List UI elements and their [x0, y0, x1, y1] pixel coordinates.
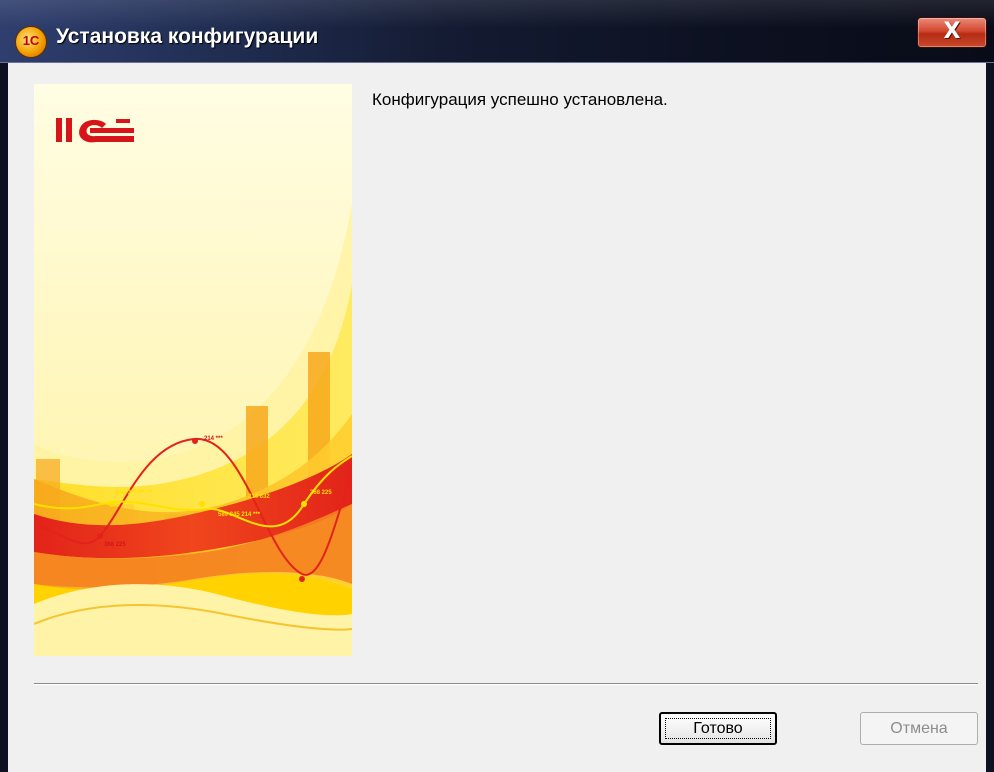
finish-button-label: Готово: [693, 720, 743, 737]
chart-label: 368 225: [104, 542, 126, 548]
cancel-button[interactable]: Отмена: [860, 712, 978, 745]
wizard-banner-image: 214 *** 843 3** *** *** 214 632 268 225 …: [34, 84, 352, 656]
window-border-right: [986, 63, 994, 772]
chart-label: 214 ***: [204, 436, 223, 442]
app-1c-icon: [16, 27, 46, 57]
brand-1c-logo: [56, 118, 134, 143]
title-bar[interactable]: Установка конфигурации X: [0, 0, 994, 63]
close-button[interactable]: X: [917, 17, 987, 48]
chart-label: 214 632: [248, 494, 270, 500]
chart-label: 589 845 214 ***: [218, 512, 261, 518]
cancel-button-label: Отмена: [890, 720, 948, 737]
status-message: Конфигурация успешно установлена.: [372, 90, 668, 109]
chart-label: 843 3** *** ***: [116, 490, 154, 496]
window-border-left: [0, 63, 8, 772]
close-icon: X: [943, 19, 961, 44]
installer-dialog: Установка конфигурации X: [0, 0, 994, 772]
button-separator: [34, 683, 978, 685]
finish-button[interactable]: Готово: [659, 712, 777, 745]
dialog-body: 214 *** 843 3** *** *** 214 632 268 225 …: [8, 63, 986, 772]
window-title: Установка конфигурации: [56, 25, 319, 48]
chart-label: 268 225: [310, 490, 332, 496]
